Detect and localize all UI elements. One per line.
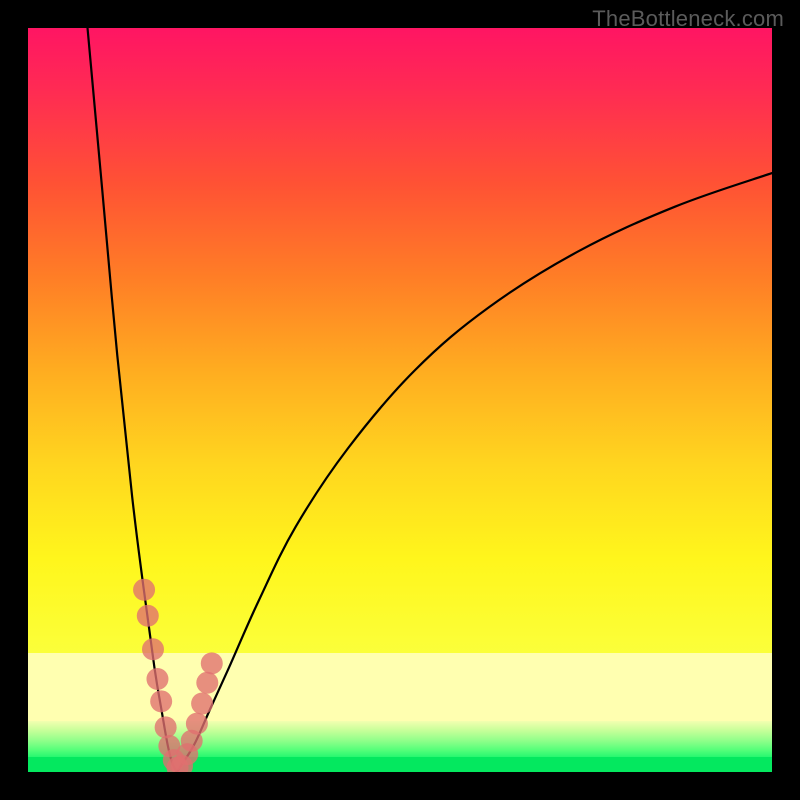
highlight-dot: [146, 668, 168, 690]
curve-left-branch: [88, 28, 177, 772]
attribution-text: TheBottleneck.com: [592, 6, 784, 32]
highlight-dot: [137, 605, 159, 627]
highlight-dot: [186, 713, 208, 735]
highlight-dot: [191, 693, 213, 715]
plot-area: [28, 28, 772, 772]
highlight-dot: [142, 638, 164, 660]
highlight-dot: [201, 652, 223, 674]
highlight-dots-group: [133, 579, 223, 772]
highlight-dot: [196, 672, 218, 694]
highlight-dot: [155, 716, 177, 738]
curve-right-branch: [177, 173, 772, 772]
highlight-dot: [133, 579, 155, 601]
highlight-dot: [150, 690, 172, 712]
chart-stage: TheBottleneck.com: [0, 0, 800, 800]
curve-group: [88, 28, 772, 772]
curves-layer: [28, 28, 772, 772]
